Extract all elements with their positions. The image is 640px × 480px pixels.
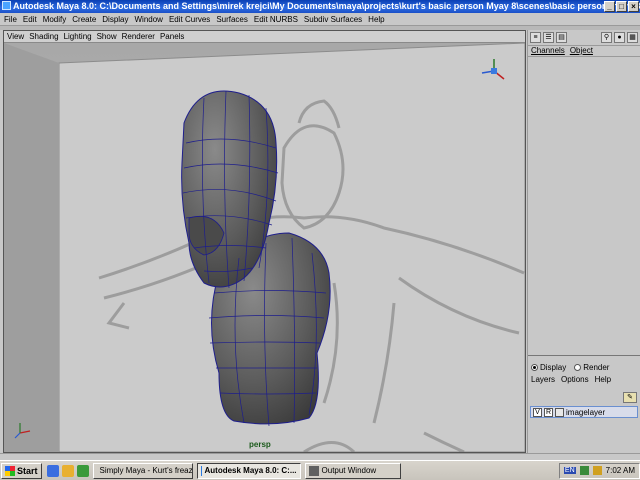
layer-menu-help[interactable]: Help: [595, 375, 611, 384]
taskbar-item-label: Simply Maya - Kurt's freaz...: [99, 466, 193, 475]
menu-edit[interactable]: Edit: [23, 15, 37, 24]
image-plane-side: [4, 43, 59, 452]
channel-box-toggle-icon[interactable]: ≡: [530, 32, 541, 43]
panel-menu-panels[interactable]: Panels: [160, 32, 184, 41]
channel-box-area: [528, 58, 640, 356]
quick-launch: [46, 464, 89, 477]
tool-settings-toggle-icon[interactable]: ▤: [556, 32, 567, 43]
grid-icon[interactable]: ▦: [627, 32, 638, 43]
start-button[interactable]: Start: [1, 462, 42, 479]
tab-object[interactable]: Object: [570, 46, 593, 56]
windows-taskbar: Start Simply Maya - Kurt's freaz... Auto…: [0, 460, 640, 480]
attribute-editor-toggle-icon[interactable]: ☰: [543, 32, 554, 43]
channel-box-tabs: Channels Object: [528, 46, 640, 57]
layer-editor: Display Render Layers Options Help ✎ V R…: [528, 360, 640, 453]
ie-icon[interactable]: [46, 464, 59, 477]
layer-row[interactable]: V R imagelayer: [530, 406, 638, 418]
radio-empty-icon: [574, 364, 582, 371]
menu-display[interactable]: Display: [102, 15, 128, 24]
menu-edit-nurbs[interactable]: Edit NURBS: [254, 15, 298, 24]
window-titlebar[interactable]: Autodesk Maya 8.0: C:\Documents and Sett…: [0, 0, 640, 13]
close-button[interactable]: ×: [628, 1, 639, 12]
maximize-button[interactable]: □: [616, 1, 627, 12]
layer-reference-toggle[interactable]: R: [544, 407, 553, 417]
menu-modify[interactable]: Modify: [43, 15, 67, 24]
render-radio-label: Render: [583, 363, 610, 372]
windows-logo-icon: [5, 465, 15, 476]
taskbar-item-browser[interactable]: Simply Maya - Kurt's freaz...: [92, 462, 193, 479]
camera-name-label: persp: [249, 440, 271, 449]
create-layer-icon[interactable]: ✎: [623, 392, 637, 403]
system-tray: EN 7:02 AM: [558, 462, 640, 479]
display-layer-radio[interactable]: Display: [531, 363, 566, 372]
channel-box-layer-panel: ≡ ☰ ▤ ⚲ ● ▦ Channels Object Display Rend…: [527, 30, 640, 453]
console-icon: [308, 465, 319, 476]
clock: 7:02 AM: [605, 466, 635, 475]
sphere-icon[interactable]: ●: [614, 32, 625, 43]
panel-menu-shading[interactable]: Shading: [29, 32, 58, 41]
display-radio-label: Display: [540, 363, 567, 372]
help-line: [0, 453, 640, 460]
layer-menu-layers[interactable]: Layers: [531, 375, 555, 384]
panel-menu-renderer[interactable]: Renderer: [122, 32, 155, 41]
panel-toggle-icons: ≡ ☰ ▤ ⚲ ● ▦: [528, 30, 640, 46]
render-layer-radio[interactable]: Render: [574, 363, 609, 372]
folder-icon[interactable]: [61, 464, 74, 477]
layer-visibility-toggle[interactable]: V: [533, 407, 542, 417]
taskbar-item-label: Output Window: [321, 466, 377, 475]
taskbar-item-label: Autodesk Maya 8.0: C:...: [204, 466, 297, 475]
menu-subdiv-surfaces[interactable]: Subdiv Surfaces: [304, 15, 362, 24]
menu-create[interactable]: Create: [72, 15, 96, 24]
viewport-scene: [4, 43, 525, 452]
taskbar-item-maya[interactable]: Autodesk Maya 8.0: C:...: [196, 462, 301, 479]
volume-icon[interactable]: [592, 466, 602, 475]
main-menubar: File Edit Modify Create Display Window E…: [0, 13, 640, 26]
taskbar-item-output[interactable]: Output Window: [304, 462, 401, 479]
panel-menu-lighting[interactable]: Lighting: [64, 32, 92, 41]
maya-icon: [200, 465, 202, 476]
panel-menu-show[interactable]: Show: [97, 32, 117, 41]
menu-help[interactable]: Help: [368, 15, 384, 24]
panel-menu-view[interactable]: View: [7, 32, 24, 41]
network-icon[interactable]: [579, 466, 589, 475]
tab-channels[interactable]: Channels: [531, 46, 565, 56]
media-icon[interactable]: [76, 464, 89, 477]
menu-file[interactable]: File: [4, 15, 17, 24]
start-label: Start: [17, 465, 38, 476]
menu-edit-curves[interactable]: Edit Curves: [169, 15, 210, 24]
layer-menubar: Layers Options Help: [528, 372, 640, 384]
layer-name: imagelayer: [566, 407, 606, 417]
panel-menubar: View Shading Lighting Show Renderer Pane…: [4, 31, 525, 43]
minimize-button[interactable]: _: [604, 1, 615, 12]
layer-menu-options[interactable]: Options: [561, 375, 589, 384]
viewport-panel: View Shading Lighting Show Renderer Pane…: [3, 30, 526, 453]
layer-color-swatch[interactable]: [555, 407, 564, 417]
radio-selected-icon: [531, 364, 538, 371]
maya-app-icon: [2, 1, 11, 10]
snap-icon[interactable]: ⚲: [601, 32, 612, 43]
menu-window[interactable]: Window: [135, 15, 163, 24]
perspective-viewport[interactable]: [4, 43, 525, 452]
language-indicator[interactable]: EN: [563, 467, 576, 474]
window-title: Autodesk Maya 8.0: C:\Documents and Sett…: [13, 1, 640, 11]
menu-surfaces[interactable]: Surfaces: [216, 15, 248, 24]
